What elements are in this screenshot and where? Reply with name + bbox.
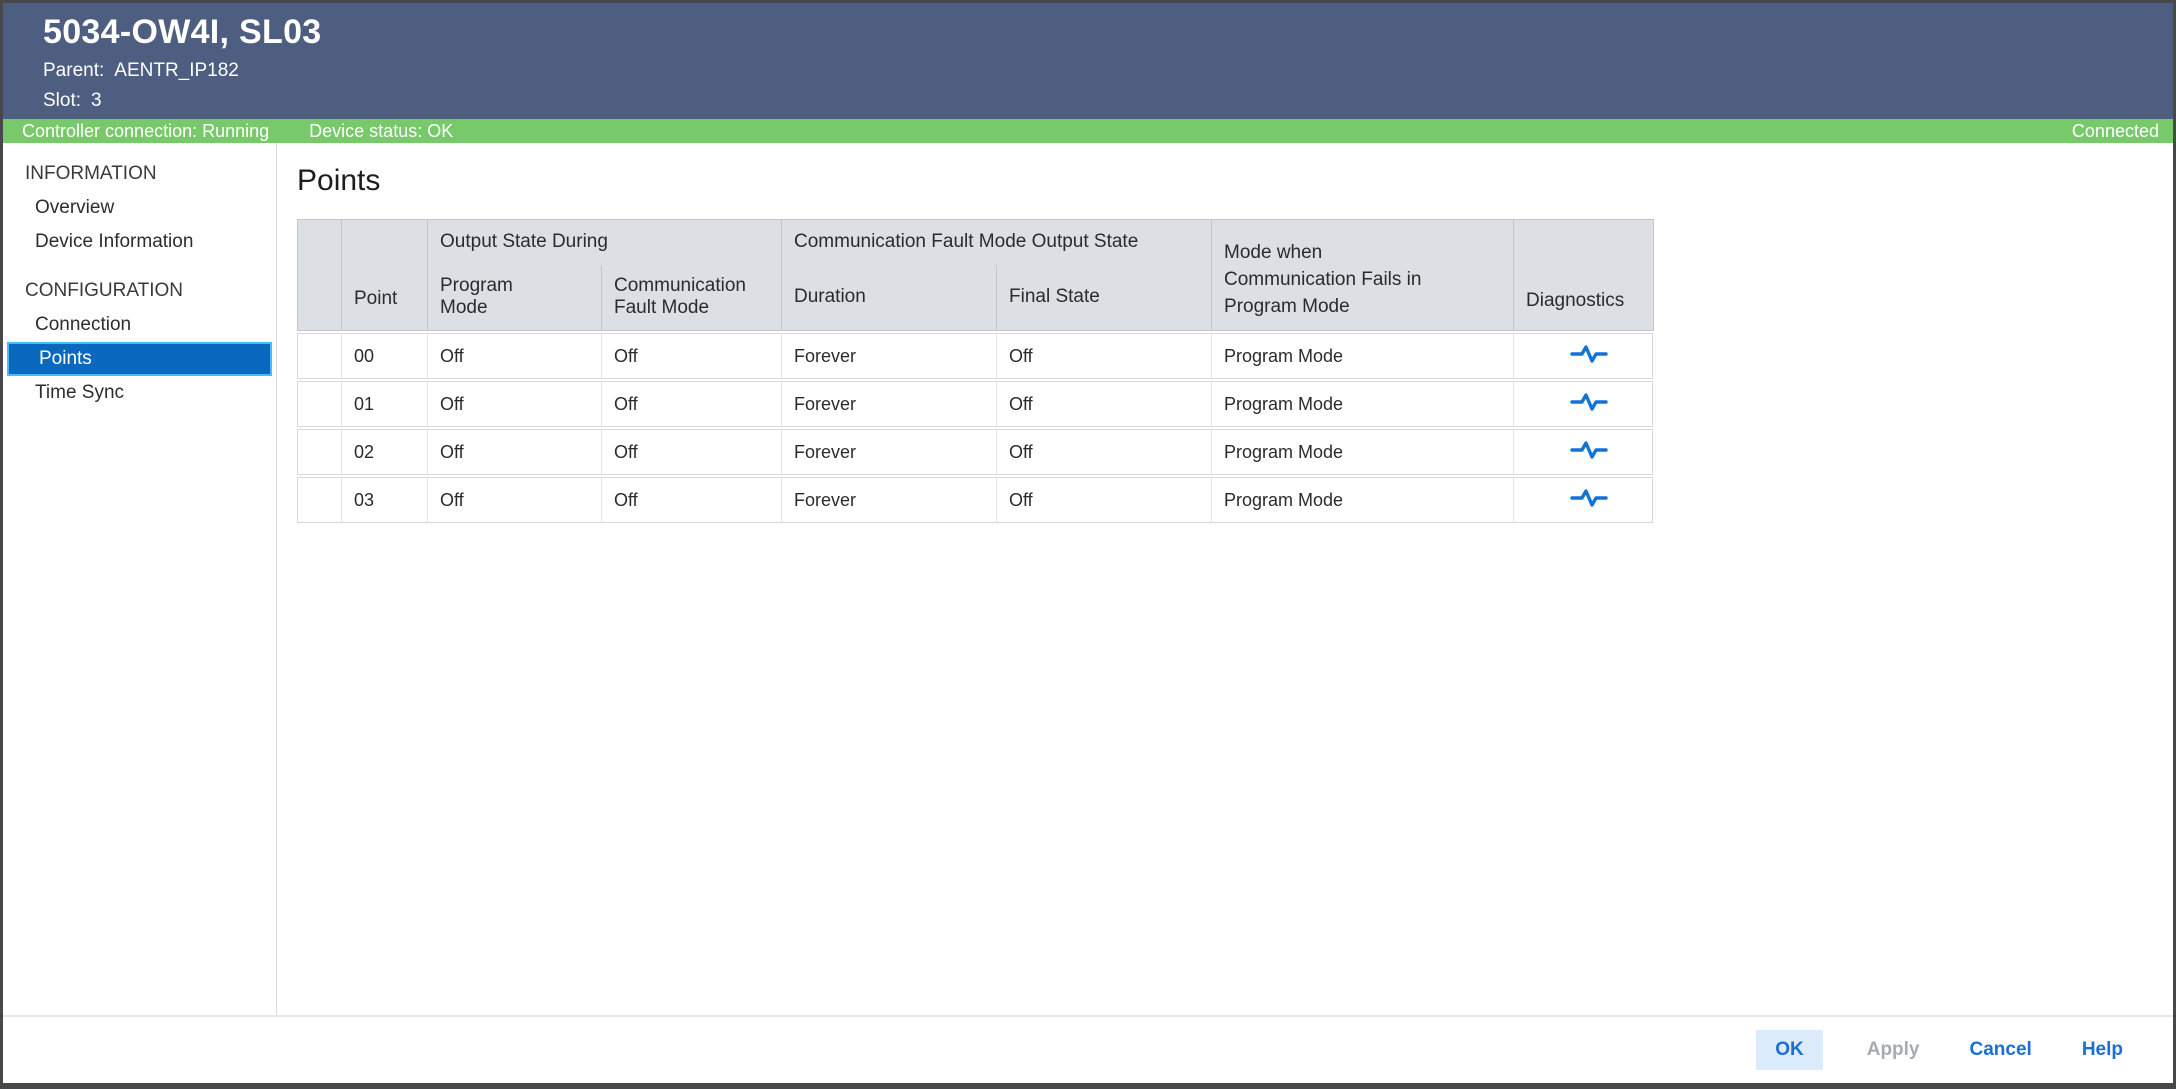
pulse-waveform-icon [1568, 498, 1610, 513]
cell-comm-fault-mode[interactable]: Off [601, 429, 781, 475]
cell-final-state[interactable]: Off [996, 429, 1211, 475]
cancel-button[interactable]: Cancel [1964, 1030, 2038, 1070]
table-row: 02 Off Off Forever Off Program Mode [297, 429, 1653, 475]
window-title: 5034-OW4I, SL03 [43, 13, 2153, 52]
col-header-program-mode-label: Program Mode [440, 275, 535, 319]
row-selector-cell[interactable] [297, 381, 341, 427]
slot-value: 3 [91, 90, 102, 111]
diagnostics-button[interactable] [1568, 438, 1610, 462]
pulse-waveform-icon [1568, 354, 1610, 369]
sidebar-nav: INFORMATION Overview Device Information … [3, 143, 277, 1015]
cell-final-state[interactable]: Off [996, 477, 1211, 523]
col-header-diagnostics: Diagnostics [1514, 220, 1654, 331]
cell-final-state[interactable]: Off [996, 333, 1211, 379]
points-table: Point Output State During Communication … [297, 219, 1653, 525]
parent-info: Parent: AENTR_IP182 [43, 60, 2153, 82]
cell-mode-when-comm-fails[interactable]: Program Mode [1211, 477, 1513, 523]
sidebar-section-configuration: CONFIGURATION Connection Points Time Syn… [3, 274, 276, 410]
controller-connection-status: Controller connection: Running [22, 121, 269, 142]
cell-comm-fault-mode[interactable]: Off [601, 477, 781, 523]
group-header-comm-fault-output-state: Communication Fault Mode Output State [782, 220, 1212, 265]
cell-point: 02 [341, 429, 427, 475]
row-selector-cell[interactable] [297, 477, 341, 523]
page-title: Points [297, 163, 2173, 199]
cell-program-mode[interactable]: Off [427, 477, 601, 523]
cell-program-mode[interactable]: Off [427, 429, 601, 475]
table-row: 03 Off Off Forever Off Program Mode [297, 477, 1653, 523]
points-table-body: 00 Off Off Forever Off Program Mode 01 O… [297, 333, 1653, 523]
slot-label: Slot: [43, 90, 81, 111]
cell-mode-when-comm-fails[interactable]: Program Mode [1211, 333, 1513, 379]
parent-value: AENTR_IP182 [114, 60, 239, 81]
col-header-gutter [298, 220, 342, 331]
points-table-rows: 00 Off Off Forever Off Program Mode 01 O… [297, 331, 1653, 525]
connection-state-badge: Connected [2072, 121, 2159, 142]
cell-duration[interactable]: Forever [781, 381, 996, 427]
cell-mode-when-comm-fails[interactable]: Program Mode [1211, 381, 1513, 427]
col-header-point: Point [342, 220, 428, 331]
cell-point: 00 [341, 333, 427, 379]
titlebar: 5034-OW4I, SL03 Parent: AENTR_IP182 Slot:… [3, 3, 2173, 119]
footer-button-bar: OK Apply Cancel Help [3, 1015, 2173, 1083]
cell-duration[interactable]: Forever [781, 477, 996, 523]
cell-program-mode[interactable]: Off [427, 381, 601, 427]
col-header-mode-when-comm-fails-label: Mode when Communication Fails in Program… [1224, 239, 1459, 320]
cell-diagnostics [1513, 333, 1653, 379]
pulse-waveform-icon [1568, 402, 1610, 417]
apply-button: Apply [1861, 1030, 1926, 1070]
col-header-final-state: Final State [997, 265, 1212, 331]
cell-comm-fault-mode[interactable]: Off [601, 333, 781, 379]
cell-duration[interactable]: Forever [781, 429, 996, 475]
points-table-header: Point Output State During Communication … [297, 219, 1654, 331]
row-selector-cell[interactable] [297, 333, 341, 379]
pulse-waveform-icon [1568, 450, 1610, 465]
cell-final-state[interactable]: Off [996, 381, 1211, 427]
device-properties-window: 5034-OW4I, SL03 Parent: AENTR_IP182 Slot:… [0, 0, 2176, 1089]
cell-comm-fault-mode[interactable]: Off [601, 381, 781, 427]
sidebar-item-points[interactable]: Points [7, 342, 272, 376]
table-row: 00 Off Off Forever Off Program Mode [297, 333, 1653, 379]
sidebar-section-label-configuration: CONFIGURATION [3, 274, 276, 308]
sidebar-section-label-information: INFORMATION [3, 157, 276, 191]
status-bar: Controller connection: Running Device st… [3, 119, 2173, 143]
sidebar-item-overview[interactable]: Overview [3, 191, 276, 225]
diagnostics-button[interactable] [1568, 486, 1610, 510]
diagnostics-button[interactable] [1568, 342, 1610, 366]
col-header-program-mode: Program Mode [428, 265, 602, 331]
cell-mode-when-comm-fails[interactable]: Program Mode [1211, 429, 1513, 475]
cell-point: 01 [341, 381, 427, 427]
slot-info: Slot: 3 [43, 90, 2153, 112]
parent-label: Parent: [43, 60, 104, 81]
main-content: Points Point Output State During Communi… [277, 143, 2173, 1015]
sidebar-item-connection[interactable]: Connection [3, 308, 276, 342]
col-header-comm-fault-mode: Communication Fault Mode [602, 265, 782, 331]
dialog-body: INFORMATION Overview Device Information … [3, 143, 2173, 1015]
help-button[interactable]: Help [2076, 1030, 2129, 1070]
table-row: 01 Off Off Forever Off Program Mode [297, 381, 1653, 427]
sidebar-item-time-sync[interactable]: Time Sync [3, 376, 276, 410]
row-selector-cell[interactable] [297, 429, 341, 475]
cell-point: 03 [341, 477, 427, 523]
cell-diagnostics [1513, 381, 1653, 427]
cell-program-mode[interactable]: Off [427, 333, 601, 379]
device-status: Device status: OK [309, 121, 453, 142]
sidebar-section-information: INFORMATION Overview Device Information [3, 157, 276, 259]
cell-diagnostics [1513, 477, 1653, 523]
cell-diagnostics [1513, 429, 1653, 475]
ok-button[interactable]: OK [1756, 1030, 1823, 1070]
diagnostics-button[interactable] [1568, 390, 1610, 414]
cell-duration[interactable]: Forever [781, 333, 996, 379]
group-header-output-state-during: Output State During [428, 220, 782, 265]
sidebar-item-device-information[interactable]: Device Information [3, 225, 276, 259]
col-header-mode-when-comm-fails: Mode when Communication Fails in Program… [1212, 220, 1514, 331]
col-header-comm-fault-mode-label: Communication Fault Mode [614, 275, 769, 319]
col-header-duration: Duration [782, 265, 997, 331]
